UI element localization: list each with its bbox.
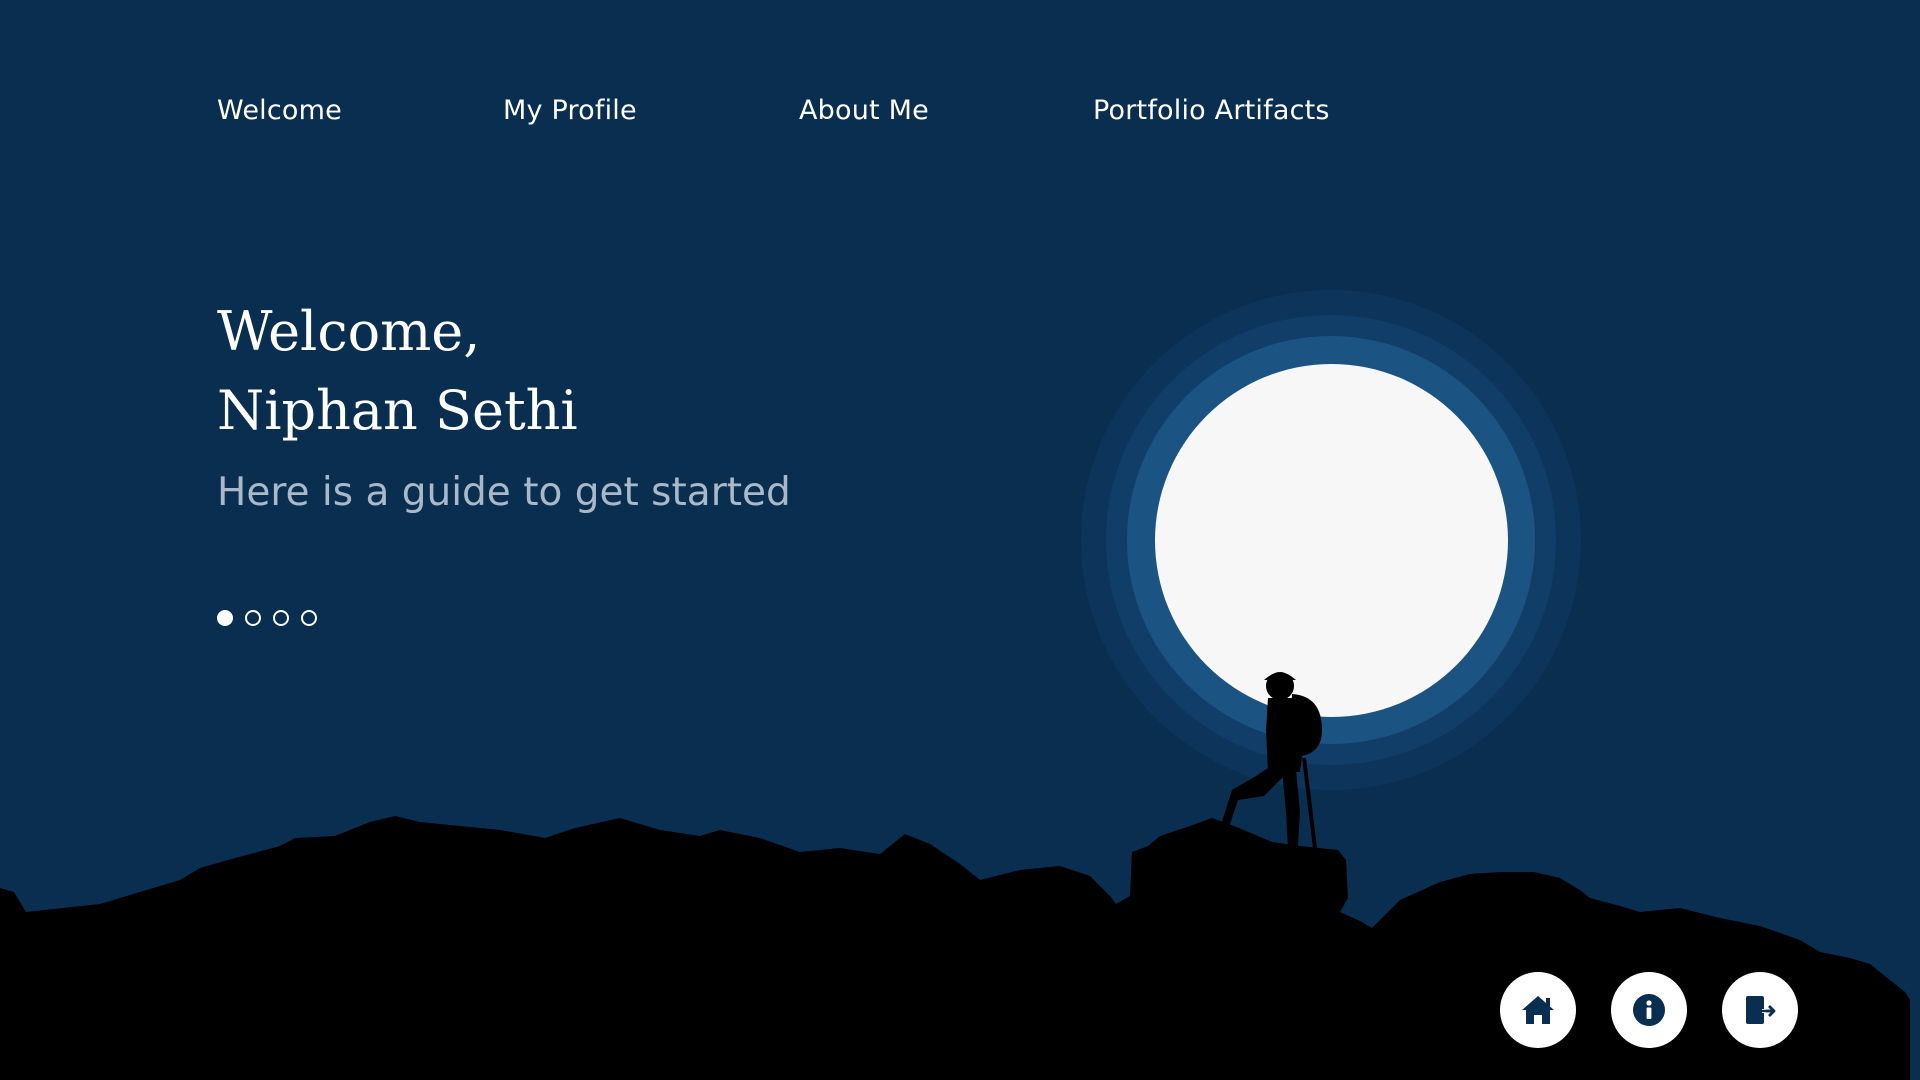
welcome-screen: Welcome My Profile About Me Portfolio Ar… [0, 0, 1920, 1080]
home-icon [1522, 996, 1554, 1024]
info-icon [1633, 994, 1665, 1026]
info-button[interactable] [1611, 972, 1687, 1048]
sign-out-button[interactable] [1722, 972, 1798, 1048]
home-button[interactable] [1500, 972, 1576, 1048]
sign-out-icon [1746, 996, 1776, 1024]
mountain-silhouette [0, 672, 1910, 1080]
